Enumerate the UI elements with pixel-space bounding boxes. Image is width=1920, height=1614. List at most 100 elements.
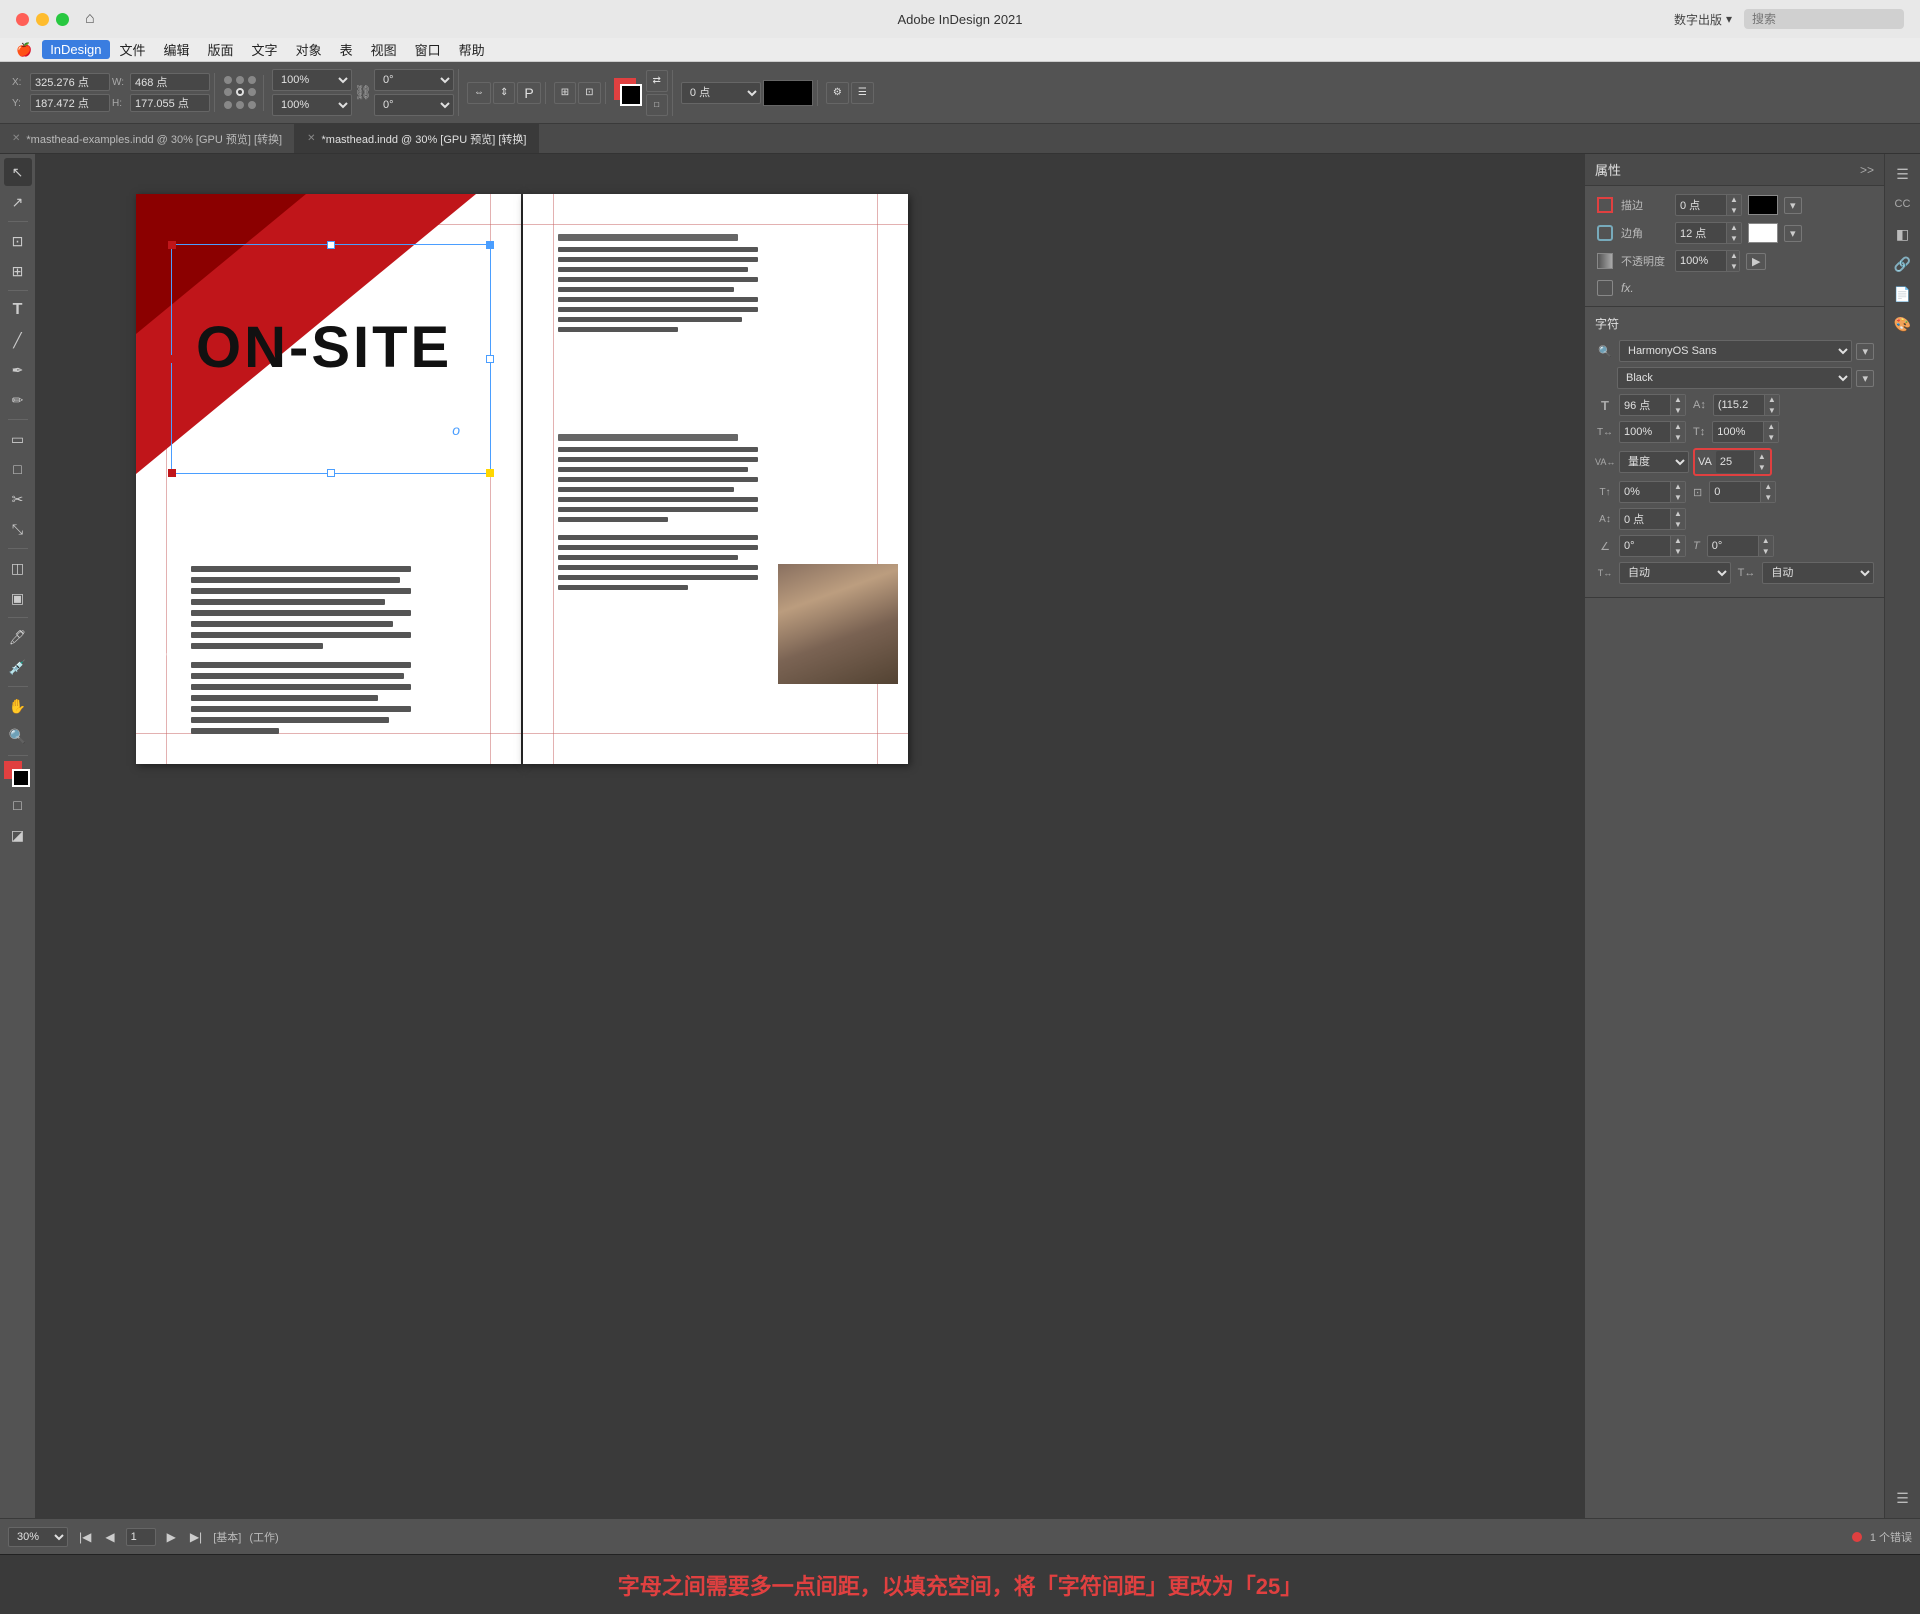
menu-icon[interactable]: ☰ bbox=[851, 82, 874, 104]
normal-mode-btn[interactable]: □ bbox=[4, 791, 32, 819]
kerning-up[interactable]: ▲ bbox=[1761, 481, 1775, 492]
eyedropper-tool[interactable]: 💉 bbox=[4, 653, 32, 681]
menu-file[interactable]: 文件 bbox=[112, 38, 154, 61]
angle1-select[interactable]: 0° bbox=[374, 69, 454, 91]
pt-select[interactable]: 0 点 bbox=[681, 82, 761, 104]
baseline-up[interactable]: ▲ bbox=[1671, 481, 1685, 492]
apple-menu[interactable]: 🍎 bbox=[8, 40, 40, 60]
digital-pub-button[interactable]: 数字出版 ▾ bbox=[1674, 11, 1732, 28]
menu-text[interactable]: 文字 bbox=[244, 38, 286, 61]
ref-point-ml[interactable] bbox=[224, 88, 232, 96]
stroke-up-btn[interactable]: ▲ bbox=[1727, 194, 1741, 205]
layers-icon[interactable]: ◧ bbox=[1891, 222, 1915, 246]
menu-table[interactable]: 表 bbox=[332, 38, 361, 61]
corner-value-input[interactable]: ▲ ▼ bbox=[1675, 222, 1742, 244]
tab-close-icon[interactable]: ✕ bbox=[12, 133, 20, 144]
nav-last-btn[interactable]: ▶| bbox=[187, 1530, 205, 1544]
corner-up-btn[interactable]: ▲ bbox=[1727, 222, 1741, 233]
settings-icon[interactable]: ⚙ bbox=[826, 82, 849, 104]
line-tool[interactable]: ╱ bbox=[4, 326, 32, 354]
angle1-input[interactable]: ▲ ▼ bbox=[1619, 535, 1686, 557]
tracking-field[interactable] bbox=[1716, 454, 1754, 470]
opacity-more-btn[interactable]: ▶ bbox=[1746, 253, 1766, 270]
opacity-down-btn[interactable]: ▼ bbox=[1727, 261, 1740, 272]
direct-select-tool[interactable]: ↗ bbox=[4, 188, 32, 216]
hscale-up[interactable]: ▲ bbox=[1671, 421, 1685, 432]
leading-up[interactable]: ▲ bbox=[1765, 394, 1779, 405]
stroke-value-input[interactable]: ▲ ▼ bbox=[1675, 194, 1742, 216]
stroke-options-btn[interactable]: ▾ bbox=[1784, 197, 1802, 214]
scale-h-select[interactable]: 100% bbox=[272, 69, 352, 91]
gap-tool[interactable]: ⊞ bbox=[4, 257, 32, 285]
tab-masthead[interactable]: ✕ *masthead.indd @ 30% [GPU 预览] [转换] bbox=[295, 124, 539, 153]
auto1-select[interactable]: 自动 bbox=[1619, 562, 1731, 584]
text-tool[interactable]: T bbox=[4, 296, 32, 324]
kerning-field[interactable] bbox=[1710, 484, 1760, 500]
zeropt-field[interactable] bbox=[1620, 511, 1670, 527]
hand-tool[interactable]: ✋ bbox=[4, 692, 32, 720]
color-icon[interactable]: 🎨 bbox=[1891, 312, 1915, 336]
ref-point-tr[interactable] bbox=[248, 76, 256, 84]
maximize-button[interactable] bbox=[56, 13, 69, 26]
nav-prev-btn[interactable]: ◀ bbox=[102, 1530, 117, 1544]
menu-layout[interactable]: 版面 bbox=[200, 38, 242, 61]
zoom-select[interactable]: 30% bbox=[8, 1527, 68, 1547]
default-colors-button[interactable]: □ bbox=[646, 94, 668, 116]
angle2-down[interactable]: ▼ bbox=[1759, 546, 1773, 557]
ref-point-mr[interactable] bbox=[248, 88, 256, 96]
font-name-select[interactable]: HarmonyOS Sans bbox=[1619, 340, 1852, 362]
chain-icon[interactable]: ⛓ bbox=[354, 74, 372, 112]
w-input[interactable] bbox=[130, 73, 210, 91]
font-size-input[interactable]: ▲ ▼ bbox=[1619, 394, 1686, 416]
links-icon[interactable]: 🔗 bbox=[1891, 252, 1915, 276]
leading-field[interactable] bbox=[1714, 397, 1764, 413]
scale-v-select[interactable]: 100% bbox=[272, 94, 352, 116]
properties-icon[interactable]: ☰ bbox=[1891, 162, 1915, 186]
tracking-up[interactable]: ▲ bbox=[1755, 451, 1769, 462]
vscale-down[interactable]: ▼ bbox=[1764, 432, 1778, 443]
page-input[interactable] bbox=[126, 1528, 156, 1546]
baseline-input[interactable]: ▲ ▼ bbox=[1619, 481, 1686, 503]
ref-point-center[interactable] bbox=[236, 88, 244, 96]
baseline-field[interactable] bbox=[1620, 484, 1670, 500]
gradient-swatch-tool[interactable]: ▣ bbox=[4, 584, 32, 612]
stroke-color-swatch[interactable] bbox=[1748, 195, 1778, 215]
zeropt-input[interactable]: ▲ ▼ bbox=[1619, 508, 1686, 530]
vscale-input[interactable]: ▲ ▼ bbox=[1712, 421, 1779, 443]
preview-mode-btn[interactable]: ◪ bbox=[4, 821, 32, 849]
hscale-input[interactable]: ▲ ▼ bbox=[1619, 421, 1686, 443]
baseline-down[interactable]: ▼ bbox=[1671, 492, 1685, 503]
zeropt-down[interactable]: ▼ bbox=[1671, 519, 1685, 530]
angle1-down[interactable]: ▼ bbox=[1671, 546, 1685, 557]
flip-h-button[interactable]: ⇔ bbox=[467, 82, 491, 104]
canvas-area[interactable]: o ON-SITE bbox=[36, 154, 1584, 1518]
fontsize-up[interactable]: ▲ bbox=[1671, 394, 1685, 405]
select-tool[interactable]: ↖ bbox=[4, 158, 32, 186]
menu-window[interactable]: 窗口 bbox=[407, 38, 449, 61]
x-input[interactable] bbox=[30, 73, 110, 91]
note-tool[interactable]: 🖊 bbox=[4, 623, 32, 651]
ref-point-bl[interactable] bbox=[224, 101, 232, 109]
search-input[interactable] bbox=[1744, 9, 1904, 29]
h-input[interactable] bbox=[130, 94, 210, 112]
angle1-up[interactable]: ▲ bbox=[1671, 535, 1685, 546]
gradient-tool[interactable]: ◫ bbox=[4, 554, 32, 582]
zoom-tool[interactable]: 🔍 bbox=[4, 722, 32, 750]
stroke-input[interactable] bbox=[1676, 197, 1726, 213]
tracking-down[interactable]: ▼ bbox=[1755, 462, 1769, 473]
panel-expand-btn[interactable]: >> bbox=[1860, 163, 1874, 177]
menu-help[interactable]: 帮助 bbox=[451, 38, 493, 61]
pen-tool[interactable]: ✒ bbox=[4, 356, 32, 384]
ref-point-br[interactable] bbox=[248, 101, 256, 109]
kerning-down[interactable]: ▼ bbox=[1761, 492, 1775, 503]
leading-down[interactable]: ▼ bbox=[1765, 405, 1779, 416]
stroke-color[interactable] bbox=[620, 84, 642, 106]
menu-view[interactable]: 视图 bbox=[363, 38, 405, 61]
stroke-down-btn[interactable]: ▼ bbox=[1727, 205, 1741, 216]
ref-point-tc[interactable] bbox=[236, 76, 244, 84]
menu-indesign[interactable]: InDesign bbox=[42, 40, 109, 59]
ref-point-bc[interactable] bbox=[236, 101, 244, 109]
font-style-select[interactable]: Black bbox=[1617, 367, 1852, 389]
tab-masthead-examples[interactable]: ✕ *masthead-examples.indd @ 30% [GPU 预览]… bbox=[0, 124, 295, 153]
angle2-up[interactable]: ▲ bbox=[1759, 535, 1773, 546]
